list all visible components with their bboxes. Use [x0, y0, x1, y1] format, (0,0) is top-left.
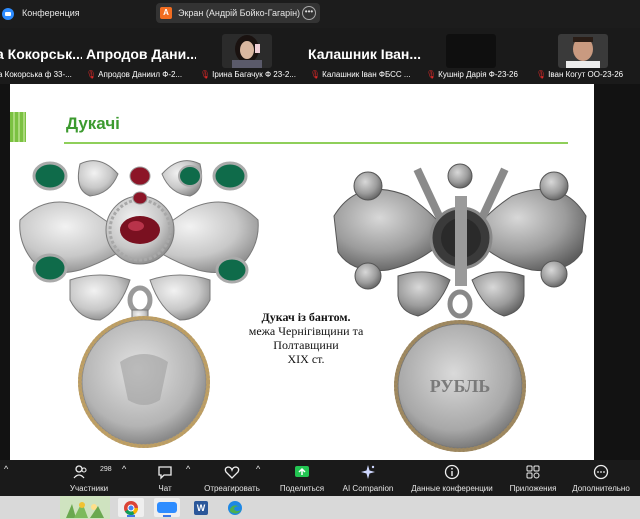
heart-icon: [224, 466, 240, 479]
word-icon: W: [194, 501, 208, 515]
people-icon: [73, 465, 87, 479]
taskbar-edge[interactable]: [222, 498, 248, 517]
window-title: Конференция: [22, 8, 80, 18]
share-screen-button[interactable]: Поделиться: [276, 462, 328, 494]
chat-label: Чат: [158, 484, 172, 493]
title-underline: [64, 142, 568, 144]
mic-muted-icon: 🎙: [200, 70, 211, 79]
dukach-back-image: РУБЛЬ: [333, 163, 587, 452]
reactions-label: Отреагировать: [204, 484, 260, 493]
participant-tile[interactable]: а Кокорськ... а Кокорська ф 33-...: [0, 28, 82, 84]
mic-muted-icon: 🎙: [536, 70, 547, 79]
participants-label: Участники: [69, 484, 109, 493]
slide-title: Дукачі: [66, 114, 120, 133]
dukach-front-image: [19, 160, 259, 448]
participant-tile[interactable]: Апродов Дани... 🎙 Апродов Даниил Ф-2...: [82, 28, 196, 84]
screen-share-label: Экран (Андрій Бойко-Гагарін): [178, 8, 301, 18]
ellipsis-icon[interactable]: •••: [302, 6, 316, 20]
participant-video: [558, 34, 608, 68]
participant-tile[interactable]: 🎙 Ірина Багачук Ф 23-2...: [196, 28, 306, 84]
participants-button[interactable]: 298 Участники: [62, 462, 116, 494]
chat-icon: [158, 466, 172, 480]
info-icon: [444, 464, 460, 480]
more-icon: [593, 464, 609, 480]
apps-label: Приложения: [509, 484, 557, 493]
zoom-logo-icon: [2, 8, 14, 20]
ai-companion-button[interactable]: AI Companion: [338, 462, 398, 494]
slide-accent-bar: [10, 112, 26, 142]
apps-button[interactable]: Приложения: [504, 462, 562, 494]
chevron-up-icon[interactable]: ^: [4, 464, 8, 474]
edge-icon: [228, 501, 242, 515]
coin-inscription: РУБЛЬ: [430, 376, 491, 396]
participant-tile[interactable]: 🎙 Кушнір Дарія Ф-23-26: [422, 28, 532, 84]
shared-screen[interactable]: Дукачі Дукач із бантом. межа Чернігівщин…: [0, 84, 640, 460]
mic-muted-icon: 🎙: [426, 70, 437, 79]
os-taskbar: W: [0, 496, 640, 519]
participant-caption: 🎙 Кушнір Дарія Ф-23-26: [426, 70, 518, 79]
mic-muted-icon: 🎙: [310, 70, 321, 79]
presentation-slide: Дукачі Дукач із бантом. межа Чернігівщин…: [10, 84, 594, 460]
sparkle-icon: [361, 465, 375, 479]
presenter-avatar-badge: A: [160, 7, 172, 19]
weather-widget-icon[interactable]: [60, 496, 110, 519]
participant-name: а Кокорськ...: [0, 46, 82, 62]
participant-caption: 🎙 Ірина Багачук Ф 23-2...: [200, 70, 296, 79]
more-button[interactable]: Дополнительно: [566, 462, 636, 494]
taskbar-chrome[interactable]: [118, 498, 144, 517]
meeting-info-button[interactable]: Данные конференции: [404, 462, 500, 494]
meeting-toolbar: ^ 298 Участники ^ Чат ^ Отреагировать ^ …: [0, 460, 640, 496]
apps-icon: [526, 465, 540, 479]
ai-companion-label: AI Companion: [342, 484, 394, 493]
participant-caption: 🎙 Калашник Іван ФБСС ...: [310, 70, 411, 79]
chrome-icon: [124, 501, 139, 516]
taskbar-word[interactable]: W: [188, 498, 214, 517]
share-screen-label: Поделиться: [279, 484, 325, 493]
participant-video: [446, 34, 496, 68]
reactions-button[interactable]: Отреагировать: [200, 462, 264, 494]
participant-tile[interactable]: 🎙 Іван Когут ОО-23-26: [532, 28, 640, 84]
more-label: Дополнительно: [572, 484, 630, 493]
participant-name: Апродов Дани...: [86, 46, 196, 62]
screen-share-indicator[interactable]: A Экран (Андрій Бойко-Гагарін) •••: [156, 3, 320, 23]
title-bar: Конференция A Экран (Андрій Бойко-Гагарі…: [0, 0, 640, 28]
participant-caption: 🎙 Апродов Даниил Ф-2...: [86, 70, 183, 79]
taskbar-zoom[interactable]: [154, 498, 180, 517]
meeting-info-label: Данные конференции: [411, 484, 493, 493]
participant-caption: 🎙 Іван Когут ОО-23-26: [536, 70, 624, 79]
chevron-up-icon[interactable]: ^: [186, 464, 190, 474]
chat-button[interactable]: Чат: [150, 462, 180, 494]
participant-name: Калашник Іван...: [308, 46, 422, 62]
chevron-up-icon[interactable]: ^: [256, 464, 260, 474]
participant-video: [222, 34, 272, 68]
chevron-up-icon[interactable]: ^: [122, 464, 126, 474]
participants-count: 298: [100, 466, 112, 473]
share-screen-icon: [295, 466, 309, 477]
participants-strip: а Кокорськ... а Кокорська ф 33-... Апрод…: [0, 28, 640, 84]
mic-muted-icon: 🎙: [86, 70, 97, 79]
participant-caption: а Кокорська ф 33-...: [0, 70, 72, 79]
participant-tile[interactable]: Калашник Іван... 🎙 Калашник Іван ФБСС ...: [306, 28, 422, 84]
zoom-icon: [157, 502, 177, 513]
